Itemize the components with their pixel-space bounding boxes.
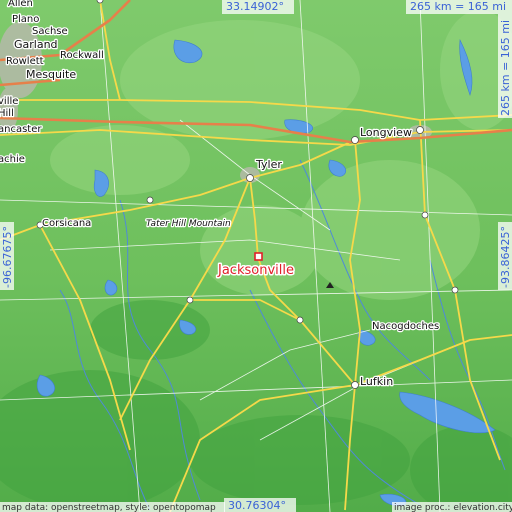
city-label-rowlett: Rowlett bbox=[6, 56, 44, 67]
coord-top: 33.14902° bbox=[226, 0, 284, 13]
scale-top: 265 km = 165 mi bbox=[410, 0, 506, 13]
terrain-map: Allen Plano Sachse Garland Rockwall Rowl… bbox=[0, 0, 512, 512]
coord-right: -93.86425° bbox=[499, 226, 512, 288]
target-city-label: Jacksonville bbox=[217, 263, 294, 278]
target-marker bbox=[254, 252, 263, 261]
city-label-lufkin: Lufkin bbox=[360, 375, 393, 388]
credit-left: map data: openstreetmap, style: opentopo… bbox=[2, 503, 216, 512]
landmark-label-tater-hill: Tater Hill Mountain bbox=[146, 219, 231, 229]
city-label-longview: Longview bbox=[360, 126, 412, 139]
coord-bottom: 30.76304° bbox=[228, 499, 286, 512]
city-label-rockwall: Rockwall bbox=[60, 50, 104, 61]
city-label-lancaster: ancaster bbox=[0, 124, 42, 135]
credit-right: image proc.: elevation.city bbox=[394, 503, 512, 512]
city-label-nacogdoches: Nacogdoches bbox=[372, 321, 439, 332]
city-label-allen: Allen bbox=[8, 0, 33, 9]
city-label-waxahachie: achie bbox=[0, 154, 25, 165]
city-label-ville: ville bbox=[0, 96, 18, 107]
city-label-tyler: Tyler bbox=[255, 158, 282, 171]
city-label-plano: Plano bbox=[12, 14, 39, 25]
city-label-garland: Garland bbox=[14, 38, 58, 51]
city-label-hill: Hill bbox=[0, 108, 14, 119]
city-label-mesquite: Mesquite bbox=[26, 68, 76, 81]
city-label-corsicana: Corsicana bbox=[42, 218, 91, 229]
scale-right: 265 km = 165 mi bbox=[499, 20, 512, 116]
coord-left: -96.67675° bbox=[1, 226, 14, 288]
city-label-sachse: Sachse bbox=[32, 26, 68, 37]
